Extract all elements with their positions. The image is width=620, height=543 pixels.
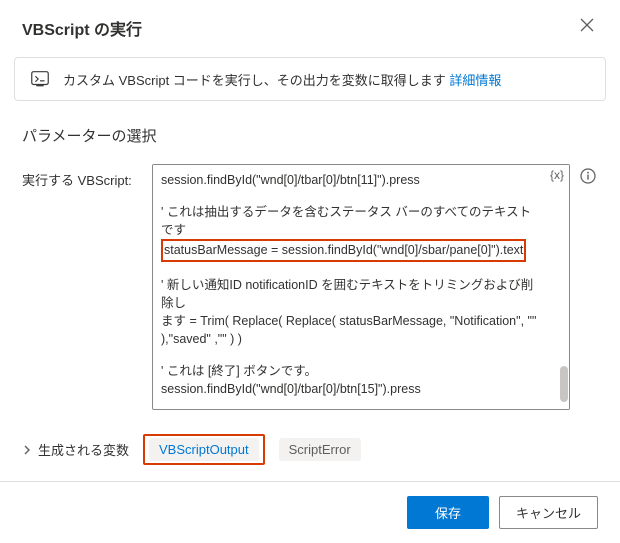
vbscript-code-editor[interactable]: session.findById("wnd[0]/tbar[0]/btn[11]… [152, 164, 570, 410]
output-variable-scripterror[interactable]: ScriptError [279, 438, 361, 461]
vbscript-action-icon [29, 68, 51, 90]
chevron-right-icon [22, 445, 32, 455]
scrollbar-thumb[interactable] [560, 366, 568, 402]
code-line: session.findById("wnd[0]/tbar[0]/btn[15]… [161, 380, 541, 398]
generated-variables-expander[interactable]: 生成される変数 [22, 440, 129, 459]
highlighted-code: statusBarMessage = session.findById("wnd… [161, 239, 526, 261]
code-line: session.findById("wnd[0]/tbar[0]/btn[11]… [161, 171, 541, 189]
learn-more-link[interactable]: 詳細情報 [449, 73, 501, 88]
code-comment: ます = Trim( Replace( Replace( statusBarMe… [161, 312, 541, 348]
output-variable-vbscriptoutput[interactable]: VBScriptOutput [149, 438, 259, 461]
generated-variables-label: 生成される変数 [38, 440, 129, 459]
info-banner: カスタム VBScript コードを実行し、その出力を変数に取得します 詳細情報 [14, 57, 606, 101]
vbscript-label: 実行する VBScript: [22, 164, 142, 189]
highlighted-output-chip: VBScriptOutput [143, 434, 265, 465]
scrollbar-track[interactable] [560, 166, 568, 408]
close-icon [580, 18, 594, 32]
field-info-button[interactable] [580, 168, 598, 187]
banner-text: カスタム VBScript コードを実行し、その出力を変数に取得します [63, 73, 449, 88]
dialog-title: VBScript の実行 [22, 16, 142, 40]
code-line: statusBarMessage = session.findById("wnd… [161, 239, 541, 261]
parameters-heading: パラメーターの選択 [22, 125, 598, 146]
close-button[interactable] [576, 14, 598, 41]
code-comment: ' これは抽出するデータを含むステータス バーのすべてのテキストです [161, 203, 541, 239]
code-comment: ' 新しい通知ID notificationID を囲むテキストをトリミングおよ… [161, 276, 541, 312]
cancel-button[interactable]: キャンセル [499, 496, 598, 529]
code-comment: ' これは [終了] ボタンです。 [161, 362, 541, 380]
save-button[interactable]: 保存 [407, 496, 489, 529]
